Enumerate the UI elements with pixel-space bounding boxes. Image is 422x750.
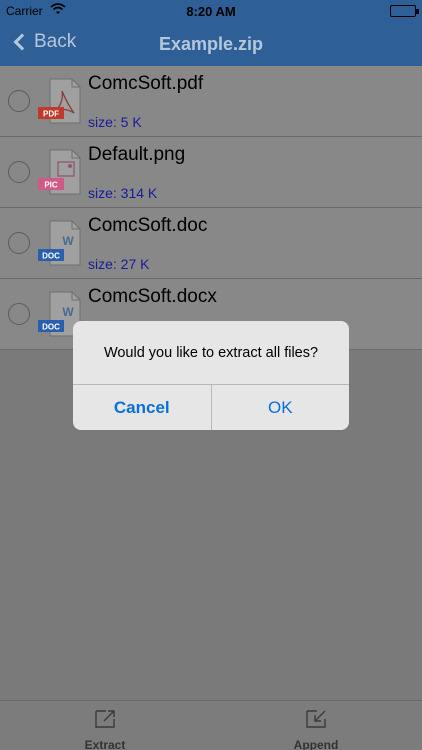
ok-button[interactable]: OK <box>212 385 350 430</box>
page-title: Example.zip <box>158 34 264 54</box>
file-row[interactable]: PIC Default.png size: 314 K <box>0 137 422 208</box>
extract-label: Extract <box>84 738 126 750</box>
svg-text:W: W <box>62 305 74 319</box>
file-name: ComcSoft.docx <box>88 286 217 307</box>
file-name: ComcSoft.doc <box>88 215 208 236</box>
file-row[interactable]: PDF ComcSoft.pdf size: 5 K <box>0 66 422 137</box>
svg-text:PDF: PDF <box>43 110 59 119</box>
extract-button[interactable]: Extract <box>75 707 135 750</box>
append-icon <box>286 707 346 736</box>
svg-text:DOC: DOC <box>42 323 60 332</box>
extract-alert-dialog: Would you like to extract all files? Can… <box>73 321 349 430</box>
file-size: size: 314 K <box>88 185 158 201</box>
select-radio[interactable] <box>8 232 30 254</box>
pdf-file-icon: PDF <box>38 77 84 127</box>
document-file-icon: W DOC <box>38 219 84 269</box>
alert-buttons: Cancel OK <box>73 385 349 430</box>
cancel-button[interactable]: Cancel <box>73 385 212 430</box>
svg-text:DOC: DOC <box>42 252 60 261</box>
select-radio[interactable] <box>8 90 30 112</box>
navigation-bar: Back Example.zip <box>0 22 422 66</box>
append-label: Append <box>293 738 339 750</box>
file-name: Default.png <box>88 144 186 165</box>
battery-icon <box>390 5 419 17</box>
alert-message: Would you like to extract all files? <box>73 321 349 385</box>
file-list: PDF ComcSoft.pdf size: 5 K PIC Default.p… <box>0 66 422 350</box>
status-bar: Carrier 8:20 AM <box>0 0 422 22</box>
select-radio[interactable] <box>8 161 30 183</box>
extract-icon <box>75 707 135 736</box>
append-button[interactable]: Append <box>286 707 346 750</box>
svg-text:PIC: PIC <box>44 181 58 190</box>
file-size: size: 27 K <box>88 256 150 272</box>
image-file-icon: PIC <box>38 148 84 198</box>
svg-text:W: W <box>62 234 74 248</box>
clock: 8:20 AM <box>186 4 236 19</box>
file-name: ComcSoft.pdf <box>88 73 204 94</box>
bottom-toolbar: Extract Append <box>0 700 422 750</box>
file-row[interactable]: W DOC ComcSoft.doc size: 27 K <box>0 208 422 279</box>
select-radio[interactable] <box>8 303 30 325</box>
file-size: size: 5 K <box>88 114 142 130</box>
